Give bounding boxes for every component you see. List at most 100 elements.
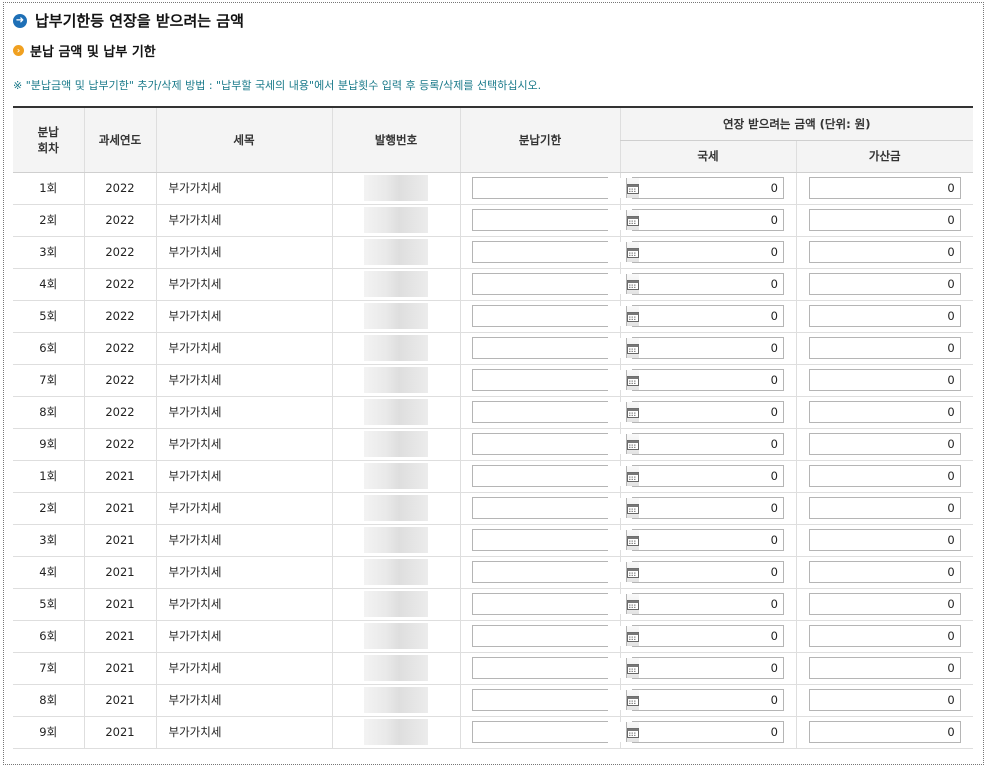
- tax-item-cell: 부가가치세: [155, 172, 332, 205]
- due-date-input[interactable]: [473, 210, 626, 230]
- due-date-input[interactable]: [473, 498, 626, 518]
- surcharge-input[interactable]: [808, 337, 961, 359]
- surcharge-cell: [795, 172, 974, 205]
- due-date-cell: [459, 684, 639, 717]
- national-tax-input[interactable]: [632, 177, 784, 199]
- surcharge-input[interactable]: [808, 497, 961, 519]
- calendar-button[interactable]: [626, 210, 639, 230]
- due-date-input[interactable]: [473, 626, 626, 646]
- calendar-button[interactable]: [626, 274, 639, 294]
- tax-item-cell: 부가가치세: [155, 204, 332, 237]
- surcharge-input[interactable]: [808, 561, 961, 583]
- surcharge-cell: [795, 428, 974, 461]
- table-row: 8회 2022 부가가치세: [13, 396, 974, 429]
- calendar-button[interactable]: [626, 242, 639, 262]
- calendar-button[interactable]: [626, 338, 639, 358]
- national-tax-input[interactable]: [632, 689, 784, 711]
- national-tax-input[interactable]: [632, 209, 784, 231]
- surcharge-input[interactable]: [808, 401, 961, 423]
- due-date-input[interactable]: [473, 594, 626, 614]
- surcharge-input[interactable]: [808, 689, 961, 711]
- surcharge-input[interactable]: [808, 625, 961, 647]
- national-tax-input[interactable]: [632, 657, 784, 679]
- calendar-button[interactable]: [626, 690, 639, 710]
- calendar-button[interactable]: [626, 594, 639, 614]
- national-tax-input[interactable]: [632, 561, 784, 583]
- calendar-button[interactable]: [626, 722, 639, 742]
- due-date-input[interactable]: [473, 722, 626, 742]
- calendar-button[interactable]: [626, 658, 639, 678]
- calendar-button[interactable]: [626, 178, 639, 198]
- surcharge-input[interactable]: [808, 529, 961, 551]
- due-date-input[interactable]: [473, 306, 626, 326]
- issue-number-redacted: [364, 719, 428, 745]
- national-tax-input[interactable]: [632, 529, 784, 551]
- national-tax-input[interactable]: [632, 465, 784, 487]
- surcharge-input[interactable]: [808, 241, 961, 263]
- surcharge-input[interactable]: [808, 657, 961, 679]
- calendar-button[interactable]: [626, 306, 639, 326]
- issue-number-cell: [331, 172, 460, 205]
- surcharge-cell: [795, 364, 974, 397]
- due-date-input[interactable]: [473, 434, 626, 454]
- due-date-cell: [459, 524, 639, 557]
- tax-item-cell: 부가가치세: [155, 524, 332, 557]
- calendar-button[interactable]: [626, 626, 639, 646]
- due-date-input[interactable]: [473, 338, 626, 358]
- national-tax-input[interactable]: [632, 241, 784, 263]
- due-date-cell: [459, 460, 639, 493]
- header-issue-number: 발행번호: [331, 106, 460, 173]
- national-tax-input[interactable]: [632, 369, 784, 391]
- surcharge-input[interactable]: [808, 273, 961, 295]
- issue-number-cell: [331, 300, 460, 333]
- surcharge-input[interactable]: [808, 177, 961, 199]
- calendar-button[interactable]: [626, 530, 639, 550]
- due-date-field: [472, 305, 639, 327]
- due-date-input[interactable]: [473, 530, 626, 550]
- surcharge-input[interactable]: [808, 465, 961, 487]
- surcharge-input[interactable]: [808, 433, 961, 455]
- surcharge-input[interactable]: [808, 369, 961, 391]
- table-row: 8회 2021 부가가치세: [13, 684, 974, 717]
- due-date-input[interactable]: [473, 402, 626, 422]
- calendar-button[interactable]: [626, 402, 639, 422]
- calendar-button[interactable]: [626, 466, 639, 486]
- arrow-right-circle-icon: ➜: [13, 13, 27, 28]
- national-tax-input[interactable]: [632, 593, 784, 615]
- surcharge-input[interactable]: [808, 593, 961, 615]
- national-tax-cell: [619, 652, 796, 685]
- due-date-field: [472, 337, 639, 359]
- national-tax-input[interactable]: [632, 337, 784, 359]
- national-tax-cell: [619, 300, 796, 333]
- due-date-input[interactable]: [473, 658, 626, 678]
- due-date-input[interactable]: [473, 370, 626, 390]
- due-date-input[interactable]: [473, 274, 626, 294]
- due-date-input[interactable]: [473, 690, 626, 710]
- national-tax-input[interactable]: [632, 273, 784, 295]
- national-tax-cell: [619, 588, 796, 621]
- due-date-input[interactable]: [473, 242, 626, 262]
- national-tax-input[interactable]: [632, 625, 784, 647]
- surcharge-input[interactable]: [808, 305, 961, 327]
- national-tax-input[interactable]: [632, 497, 784, 519]
- surcharge-cell: [795, 396, 974, 429]
- calendar-button[interactable]: [626, 370, 639, 390]
- surcharge-input[interactable]: [808, 209, 961, 231]
- national-tax-input[interactable]: [632, 721, 784, 743]
- surcharge-input[interactable]: [808, 721, 961, 743]
- table-row: 1회 2022 부가가치세: [13, 172, 974, 205]
- calendar-button[interactable]: [626, 498, 639, 518]
- national-tax-input[interactable]: [632, 305, 784, 327]
- surcharge-cell: [795, 716, 974, 749]
- due-date-input[interactable]: [473, 562, 626, 582]
- national-tax-input[interactable]: [632, 401, 784, 423]
- national-tax-input[interactable]: [632, 433, 784, 455]
- tax-item-cell: 부가가치세: [155, 716, 332, 749]
- due-date-input[interactable]: [473, 178, 626, 198]
- calendar-button[interactable]: [626, 562, 639, 582]
- national-tax-cell: [619, 492, 796, 525]
- bullet-circle-icon: ›: [13, 45, 24, 56]
- due-date-input[interactable]: [473, 466, 626, 486]
- table-row: 6회 2022 부가가치세: [13, 332, 974, 365]
- calendar-button[interactable]: [626, 434, 639, 454]
